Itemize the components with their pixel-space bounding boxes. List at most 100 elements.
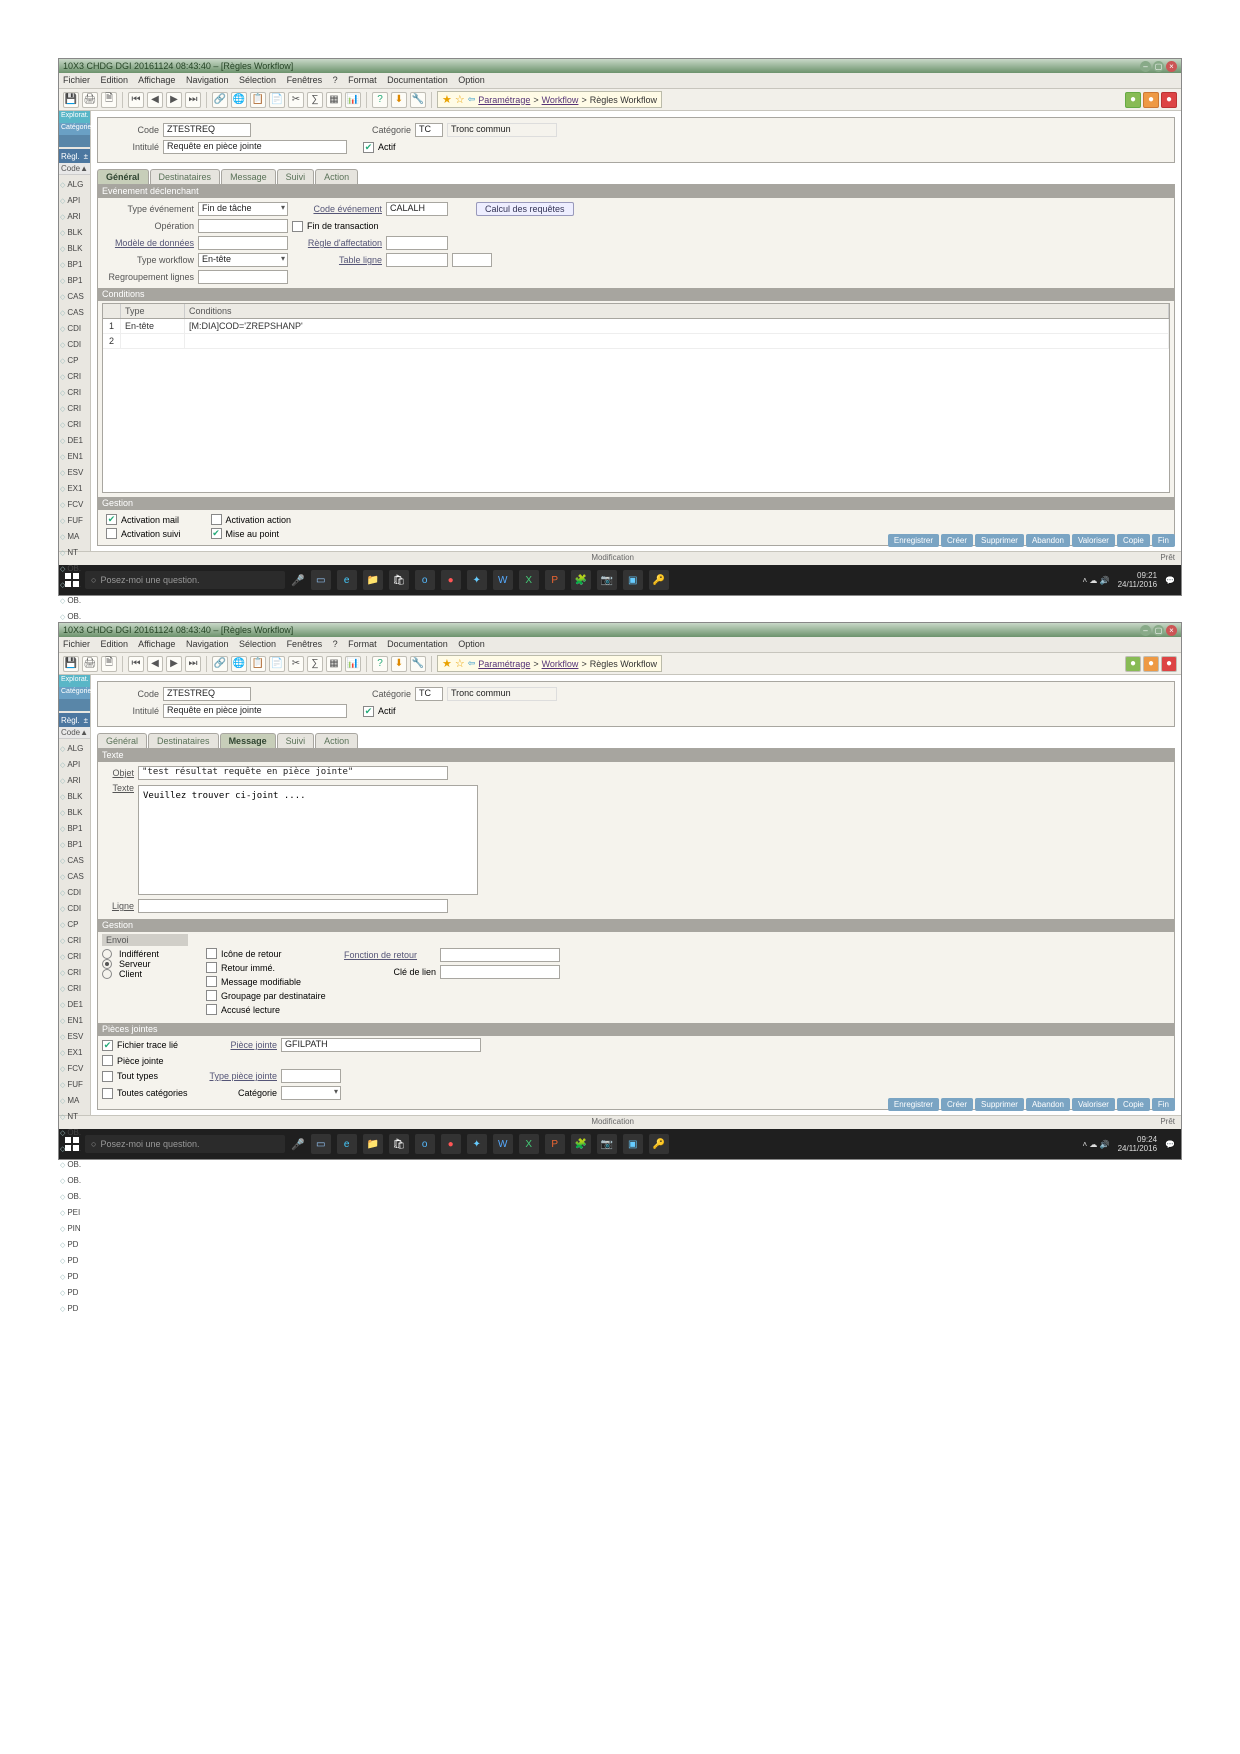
- intitule-input[interactable]: Requête en pièce jointe: [163, 140, 347, 154]
- tk-app3-icon[interactable]: 📷: [597, 570, 617, 590]
- sidebar-tab-1[interactable]: Explorat.: [59, 111, 90, 123]
- tb-paste-icon[interactable]: 📄: [269, 656, 285, 672]
- list-item[interactable]: DE1: [60, 433, 89, 449]
- list-item[interactable]: PD: [60, 1253, 89, 1269]
- btn-supprimer[interactable]: Supprimer: [975, 1098, 1024, 1111]
- actif-checkbox[interactable]: ✔: [363, 142, 374, 153]
- breadcrumb-workflow[interactable]: Workflow: [542, 95, 579, 105]
- list-item[interactable]: OB.: [60, 1189, 89, 1205]
- notif-icon[interactable]: 💬: [1165, 1140, 1175, 1149]
- maximize-icon[interactable]: ▢: [1153, 625, 1164, 636]
- tb-preview-icon[interactable]: 🗎: [101, 92, 117, 108]
- list-item[interactable]: CDI: [60, 901, 89, 917]
- tb-tool-icon[interactable]: 🔧: [410, 656, 426, 672]
- tb-save-icon[interactable]: 💾: [63, 92, 79, 108]
- list-item[interactable]: EN1: [60, 1013, 89, 1029]
- list-item[interactable]: PD: [60, 1269, 89, 1285]
- list-item[interactable]: CAS: [60, 853, 89, 869]
- tray-icons[interactable]: ˄ ☁ 🔊: [1083, 1140, 1110, 1149]
- calcul-requetes-button[interactable]: Calcul des requêtes: [476, 202, 574, 216]
- list-item[interactable]: BP1: [60, 257, 89, 273]
- list-item[interactable]: CDI: [60, 885, 89, 901]
- tk-explorer-icon[interactable]: 📁: [363, 1134, 383, 1154]
- list-item[interactable]: EX1: [60, 1045, 89, 1061]
- tab-destinataires[interactable]: Destinataires: [148, 733, 219, 748]
- list-item[interactable]: CRI: [60, 385, 89, 401]
- list-item[interactable]: OB.: [60, 1173, 89, 1189]
- piece-jointe-label[interactable]: Pièce jointe: [207, 1040, 277, 1050]
- maximize-icon[interactable]: ▢: [1153, 61, 1164, 72]
- menu-selection[interactable]: Sélection: [239, 639, 276, 649]
- tk-store-icon[interactable]: 🛍: [389, 570, 409, 590]
- list-item[interactable]: CRI: [60, 933, 89, 949]
- tk-edge-icon[interactable]: e: [337, 570, 357, 590]
- list-item[interactable]: FCV: [60, 1061, 89, 1077]
- tk-explorer-icon[interactable]: 📁: [363, 570, 383, 590]
- tb-first-icon[interactable]: ⏮: [128, 656, 144, 672]
- list-item[interactable]: OB.: [60, 1157, 89, 1173]
- menu-fenetres[interactable]: Fenêtres: [287, 639, 323, 649]
- mic-icon[interactable]: 🎤: [291, 574, 305, 587]
- list-item[interactable]: OB.: [60, 593, 89, 609]
- tb-print-icon[interactable]: 🖨: [82, 92, 98, 108]
- tb-green-icon[interactable]: ●: [1125, 92, 1141, 108]
- menu-documentation[interactable]: Documentation: [387, 639, 448, 649]
- list-item[interactable]: BP1: [60, 821, 89, 837]
- tk-key-icon[interactable]: 🔑: [649, 1134, 669, 1154]
- list-item[interactable]: MA: [60, 529, 89, 545]
- categorie-input[interactable]: TC: [415, 123, 443, 137]
- list-item[interactable]: BP1: [60, 837, 89, 853]
- list-item[interactable]: CDI: [60, 337, 89, 353]
- tk-chrome-icon[interactable]: ●: [441, 1134, 461, 1154]
- tb-grid-icon[interactable]: ▦: [326, 92, 342, 108]
- menu-affichage[interactable]: Affichage: [138, 75, 175, 85]
- tb-tool-icon[interactable]: 🔧: [410, 92, 426, 108]
- list-item[interactable]: MA: [60, 1093, 89, 1109]
- sidebar-tab-3[interactable]: [59, 699, 90, 711]
- btn-fin[interactable]: Fin: [1152, 534, 1175, 547]
- list-item[interactable]: CRI: [60, 417, 89, 433]
- list-item[interactable]: PD: [60, 1301, 89, 1317]
- tk-taskview-icon[interactable]: ▭: [311, 1134, 331, 1154]
- list-item[interactable]: BLK: [60, 241, 89, 257]
- star-outline-icon[interactable]: ☆: [455, 657, 465, 670]
- tb-cut-icon[interactable]: ✂: [288, 92, 304, 108]
- tab-action[interactable]: Action: [315, 733, 358, 748]
- left-arrow-icon[interactable]: ⇦: [468, 94, 476, 105]
- tk-app3-icon[interactable]: 📷: [597, 1134, 617, 1154]
- close-icon[interactable]: ×: [1166, 61, 1177, 72]
- act-action-checkbox[interactable]: [211, 514, 222, 525]
- menu-affichage[interactable]: Affichage: [138, 639, 175, 649]
- list-item[interactable]: PEI: [60, 1205, 89, 1221]
- sidebar-tab-2[interactable]: Catégorie: [59, 123, 90, 135]
- tb-first-icon[interactable]: ⏮: [128, 92, 144, 108]
- btn-abandon[interactable]: Abandon: [1026, 1098, 1070, 1111]
- modele-label[interactable]: Modèle de données: [102, 238, 194, 248]
- tb-down-icon[interactable]: ⬇: [391, 92, 407, 108]
- list-item[interactable]: CRI: [60, 981, 89, 997]
- list-item[interactable]: API: [60, 757, 89, 773]
- code-input[interactable]: ZTESTREQ: [163, 687, 251, 701]
- menu-format[interactable]: Format: [348, 639, 377, 649]
- tab-message[interactable]: Message: [220, 733, 276, 748]
- list-item[interactable]: EX1: [60, 481, 89, 497]
- list-item[interactable]: NT: [60, 545, 89, 561]
- tk-ppt-icon[interactable]: P: [545, 570, 565, 590]
- tb-red-icon[interactable]: ●: [1161, 656, 1177, 672]
- menu-option[interactable]: Option: [458, 639, 485, 649]
- tb-prev-icon[interactable]: ◀: [147, 656, 163, 672]
- list-item[interactable]: ESV: [60, 465, 89, 481]
- menu-option[interactable]: Option: [458, 75, 485, 85]
- table-row[interactable]: 1 En-tête [M:DIA]COD='ZREPSHANP': [103, 319, 1169, 334]
- tb-print-icon[interactable]: 🖨: [82, 656, 98, 672]
- tab-destinataires[interactable]: Destinataires: [150, 169, 221, 184]
- map-checkbox[interactable]: ✔: [211, 528, 222, 539]
- tk-outlook-icon[interactable]: o: [415, 570, 435, 590]
- tb-paste-icon[interactable]: 📄: [269, 92, 285, 108]
- tk-store-icon[interactable]: 🛍: [389, 1134, 409, 1154]
- tk-app4-icon[interactable]: ▣: [623, 1134, 643, 1154]
- tb-preview-icon[interactable]: 🗎: [101, 656, 117, 672]
- tb-next-icon[interactable]: ▶: [166, 656, 182, 672]
- menu-format[interactable]: Format: [348, 75, 377, 85]
- list-item[interactable]: API: [60, 193, 89, 209]
